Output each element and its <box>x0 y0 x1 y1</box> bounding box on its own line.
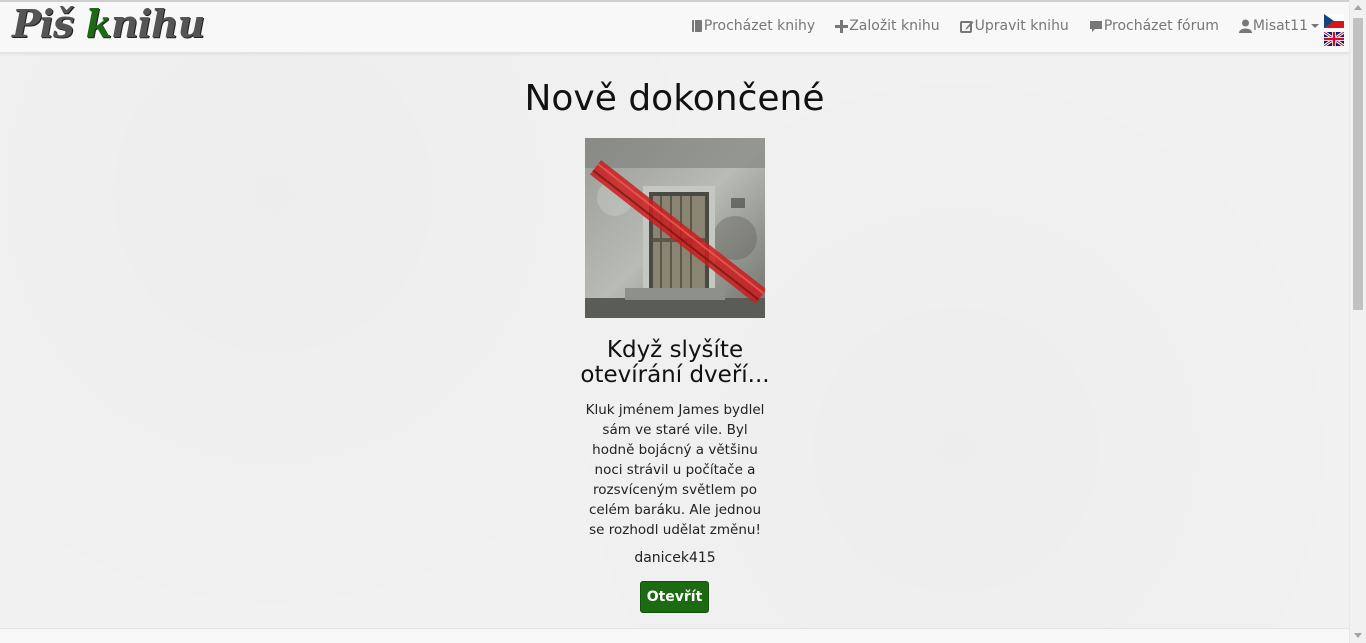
language-switcher <box>1324 14 1344 50</box>
book-icon <box>691 20 702 32</box>
book-author[interactable]: danicek415 <box>575 550 775 566</box>
nav-browse-books-label: Procházet knihy <box>703 18 816 34</box>
nav-browse-books[interactable]: Procházet knihy <box>691 18 815 34</box>
book-cover-image[interactable] <box>585 138 765 318</box>
top-navbar: Piš knihu Procházet knihy Založit knihu … <box>0 0 1349 53</box>
logo-text-3: nihu <box>110 1 205 46</box>
scrollbar-thumb[interactable] <box>1353 18 1363 310</box>
scroll-up-icon[interactable] <box>1354 5 1362 10</box>
site-logo[interactable]: Piš knihu <box>12 1 205 46</box>
open-book-button[interactable]: Otevřít <box>640 581 709 613</box>
nav-create-book[interactable]: Založit knihu <box>835 18 940 34</box>
section-heading: Nově dokončené <box>524 78 825 119</box>
nav-edit-book[interactable]: Upravit knihu <box>959 18 1069 34</box>
book-title[interactable]: Když slyšíte otevírání dveří... <box>565 338 785 388</box>
logo-text-1: Piš <box>12 1 86 46</box>
uk-flag-icon[interactable] <box>1324 32 1344 46</box>
nav-user-menu[interactable]: Misat11 <box>1238 18 1319 34</box>
nav-menu: Procházet knihy Založit knihu Upravit kn… <box>671 0 1319 52</box>
footer <box>0 628 1349 643</box>
edit-icon <box>959 20 974 33</box>
scroll-down-icon[interactable] <box>1354 633 1362 638</box>
chevron-down-icon <box>1311 24 1319 28</box>
page-scrollbar[interactable] <box>1349 0 1366 643</box>
nav-browse-forum[interactable]: Procházet fórum <box>1089 18 1219 34</box>
nav-edit-book-label: Upravit knihu <box>974 18 1069 34</box>
user-icon <box>1238 19 1252 33</box>
comment-icon <box>1089 20 1102 32</box>
logo-text-2: k <box>85 1 112 46</box>
plus-icon <box>835 19 849 33</box>
page: Piš knihu Procházet knihy Založit knihu … <box>0 0 1366 643</box>
nav-user-label: Misat11 <box>1252 18 1308 34</box>
czech-flag-icon[interactable] <box>1324 14 1344 28</box>
nav-create-book-label: Založit knihu <box>849 18 940 34</box>
book-description: Kluk jménem James bydlel sám ve staré vi… <box>585 402 765 538</box>
nav-browse-forum-label: Procházet fórum <box>1103 18 1219 34</box>
